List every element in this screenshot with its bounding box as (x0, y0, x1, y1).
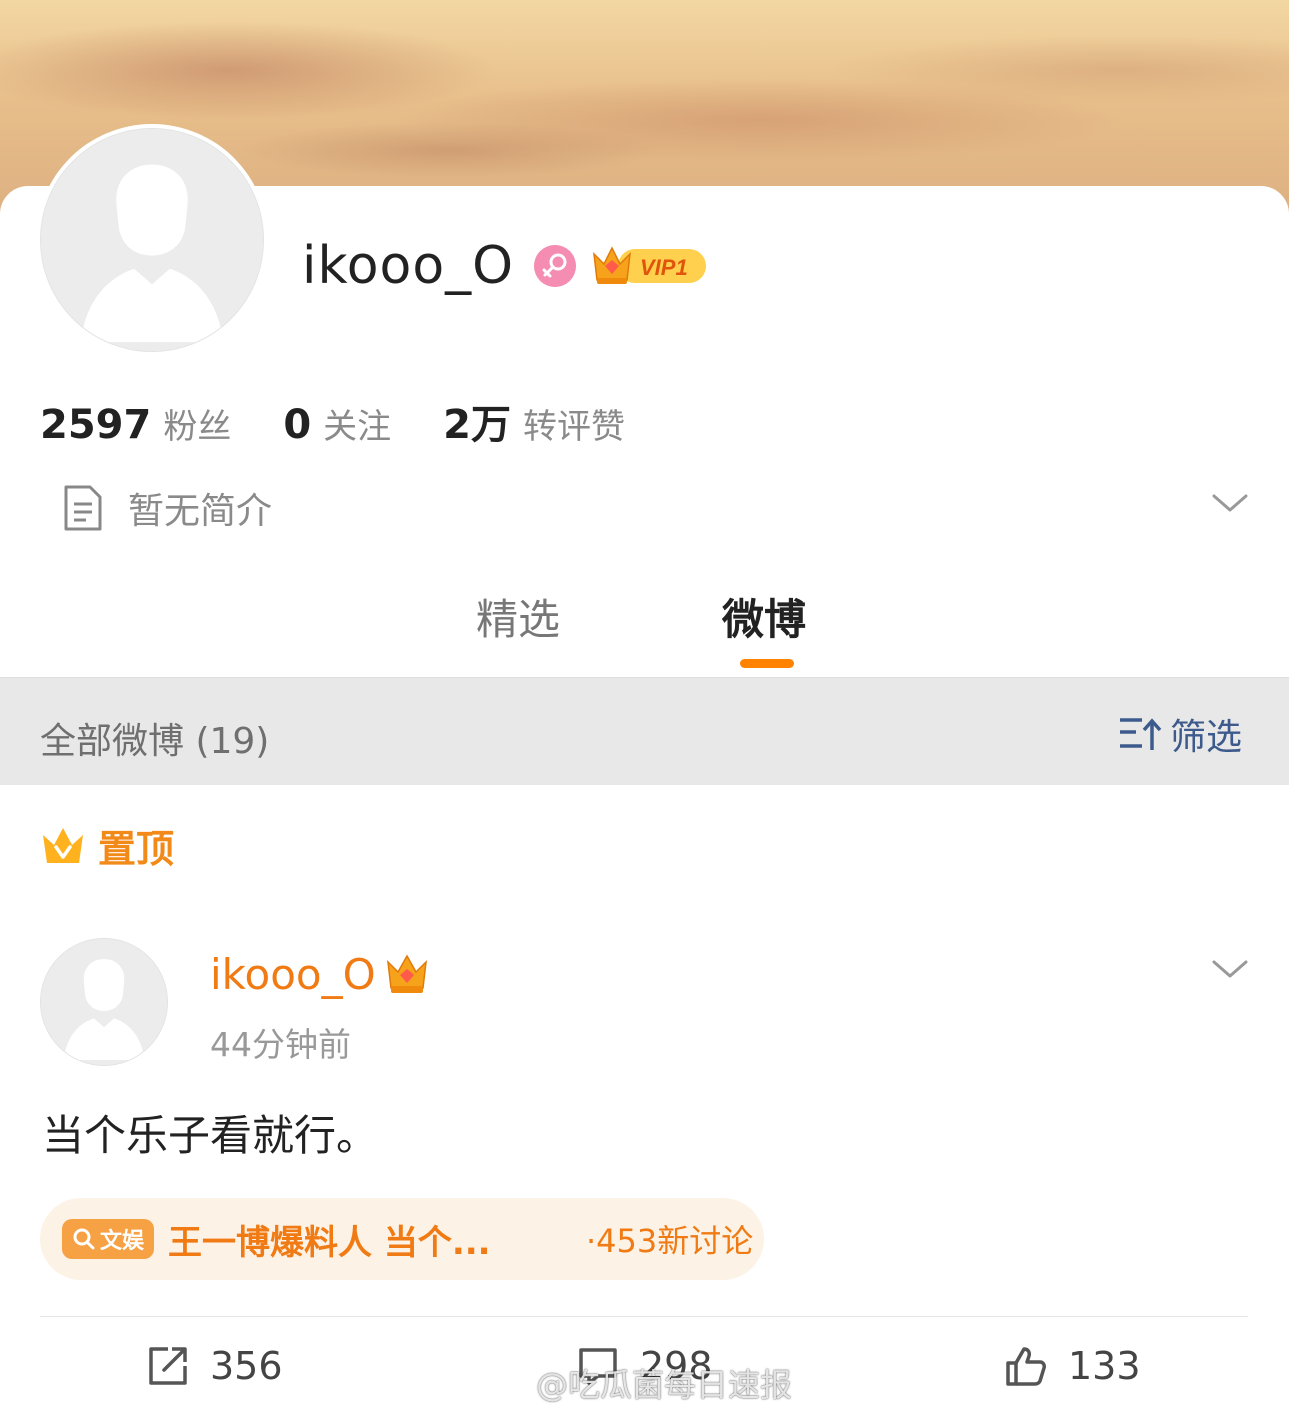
post-author-name[interactable]: ikooo_O (210, 950, 376, 999)
like-button[interactable]: 133 (1004, 1344, 1141, 1388)
tab-weibo[interactable]: 微博 (722, 586, 806, 647)
like-count: 133 (1068, 1344, 1141, 1388)
followers-stat[interactable]: 2597 粉丝 (40, 399, 231, 448)
followers-label: 粉丝 (163, 407, 232, 447)
topic-tag-label: 文娱 (100, 1229, 145, 1254)
filter-button[interactable]: 筛选 (1118, 708, 1242, 760)
topic-title: 王一博爆料人 当个... (168, 1222, 491, 1263)
filter-icon (1120, 718, 1162, 750)
watermark-text: @吃瓜菌每日速报 (536, 1366, 793, 1404)
repost-button[interactable]: 356 (146, 1344, 283, 1388)
following-stat[interactable]: 0 关注 (283, 399, 391, 448)
chevron-down-icon[interactable] (1210, 488, 1250, 518)
filter-label: 筛选 (1170, 717, 1243, 758)
chevron-down-icon[interactable] (1210, 954, 1250, 984)
default-avatar-icon (41, 129, 263, 351)
svg-text:VIP1: VIP1 (640, 255, 688, 280)
following-label: 关注 (323, 407, 392, 447)
repost-count: 356 (210, 1344, 283, 1388)
document-icon (64, 485, 102, 531)
repost-icon (149, 1347, 187, 1385)
post-timestamp: 44分钟前 (210, 1025, 351, 1064)
profile-username: ikooo_O (302, 236, 515, 296)
following-count: 0 (283, 402, 312, 448)
engagement-label: 转评赞 (523, 407, 626, 447)
post-author-avatar[interactable] (40, 938, 168, 1066)
engagement-stat[interactable]: 2万 转评赞 (443, 392, 625, 450)
filter-bar: 全部微博 (19) 筛选 (0, 677, 1289, 785)
followers-count: 2597 (40, 402, 152, 448)
profile-bio[interactable]: 暂无简介 (62, 482, 272, 534)
weibo-logo-icon (485, 1368, 528, 1401)
search-icon (73, 1228, 95, 1250)
profile-stats: 2597 粉丝 0 关注 2万 转评赞 (40, 392, 677, 450)
post-text: 当个乐子看就行。 (42, 1111, 379, 1160)
watermark: @吃瓜菌每日速报 (484, 1360, 792, 1406)
bio-text: 暂无简介 (128, 491, 273, 532)
vip-crown-icon[interactable] (384, 952, 430, 996)
active-tab-indicator (740, 659, 794, 668)
pinned-label: 置顶 (40, 818, 174, 873)
tab-featured[interactable]: 精选 (476, 586, 560, 647)
topic-discussion-count: ·453新讨论 (586, 1222, 754, 1260)
topic-chip[interactable]: 文娱 王一博爆料人 当个... ·453新讨论 (40, 1198, 764, 1280)
like-icon (1006, 1347, 1046, 1386)
all-posts-label: 全部微博 (19) (40, 721, 270, 762)
vip-crown-icon: VIP1 (593, 246, 706, 284)
profile-avatar[interactable] (36, 124, 268, 356)
post-divider (40, 1316, 1248, 1317)
vip-badge[interactable]: VIP1 (590, 240, 710, 290)
engagement-count: 2万 (443, 402, 512, 448)
topic-tag: 文娱 (62, 1219, 155, 1259)
pinned-crown-icon (43, 827, 83, 863)
pinned-text: 置顶 (98, 827, 175, 871)
default-avatar-icon (41, 939, 167, 1065)
female-icon (534, 245, 576, 287)
